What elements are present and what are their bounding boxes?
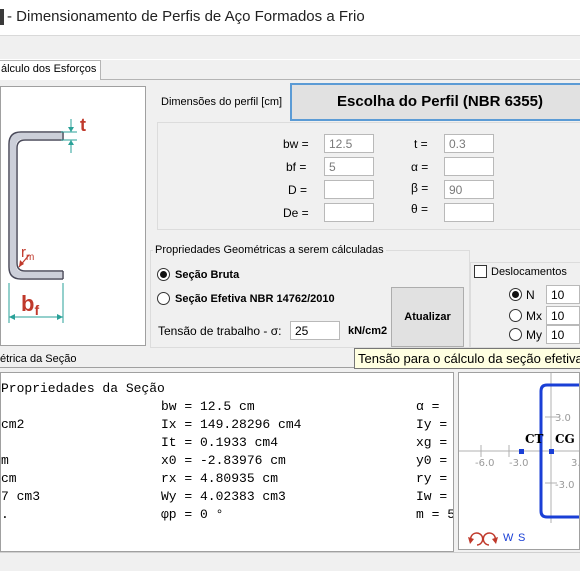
tensao-tooltip: Tensão para o cálculo da seção efetiva	[354, 348, 580, 369]
bw-label: bw =	[283, 137, 309, 151]
tick-x-pos3: 3.	[571, 458, 580, 469]
section-header: étrica da Seção	[0, 353, 77, 365]
bw-field[interactable]	[324, 134, 374, 153]
my-label: My	[526, 328, 542, 342]
prop-col1-row6: .	[1, 507, 9, 522]
tab-calculo-esforcos[interactable]: álculo dos Esforços	[0, 60, 102, 80]
rm-label: rm	[21, 244, 34, 263]
prop-col2-row1: Ix = 149.28296 cm4	[161, 417, 302, 432]
prop-col2-row4: rx = 4.80935 cm	[161, 471, 279, 486]
n-field[interactable]	[546, 285, 580, 304]
tensao-unit: kN/cm2	[348, 325, 388, 337]
rotate-right-icon[interactable]	[482, 532, 498, 546]
geom-props-legend: Propriedades Geométricas a serem cálcula…	[153, 244, 386, 256]
my-field[interactable]	[546, 325, 580, 344]
status-bar	[0, 552, 580, 571]
d-field[interactable]	[324, 180, 374, 199]
alpha-label: α =	[411, 160, 429, 174]
t-field[interactable]	[444, 134, 494, 153]
prop-col2-row5: Wy = 4.02383 cm3	[161, 489, 286, 504]
tab-strip: álculo dos Esforços	[0, 60, 580, 80]
prop-col1-row1: cm2	[1, 417, 25, 432]
properties-textarea[interactable]: Propriedades da Seção bw = 12.5 cm α = c…	[0, 372, 454, 552]
prop-col2-row6: φp = 0 °	[161, 507, 224, 522]
tick-y-pos3: 3.0	[555, 413, 571, 424]
theta-field[interactable]	[444, 203, 494, 222]
ct-point	[519, 449, 524, 454]
tensao-field[interactable]	[290, 321, 340, 340]
choose-profile-button[interactable]: Escolha do Perfil (NBR 6355)	[290, 83, 580, 121]
prop-col2-row0: bw = 12.5 cm	[161, 399, 255, 414]
secao-efetiva-label: Seção Efetiva NBR 14762/2010	[175, 293, 335, 305]
c-profile-diagram: t rm bf	[8, 115, 86, 323]
prop-col1-row3: m	[1, 453, 9, 468]
t-dimension-label: t	[80, 115, 86, 135]
app-icon	[0, 9, 4, 25]
prop-col2-row2: It = 0.1933 cm4	[161, 435, 279, 450]
prop-col3-row4: ry =	[416, 471, 448, 486]
deslocamentos-checkbox[interactable]	[474, 265, 487, 278]
mx-radio[interactable]	[509, 309, 522, 322]
alpha-field[interactable]	[444, 157, 494, 176]
tick-x-neg6: -6.0	[475, 458, 495, 469]
deslocamentos-label: Deslocamentos	[491, 266, 567, 278]
properties-header: Propriedades da Seção	[1, 381, 165, 396]
update-button[interactable]: Atualizar	[391, 287, 464, 347]
de-field[interactable]	[324, 203, 374, 222]
de-label: De =	[283, 206, 309, 220]
prop-col3-row5: Iw =	[416, 489, 448, 504]
tick-y-neg3: -3.0	[555, 480, 575, 491]
my-radio[interactable]	[509, 328, 522, 341]
prop-col1-row5: 7 cm3	[1, 489, 41, 504]
section-plot[interactable]: -6.0 -3.0 3. 3.0 -3.0 CT CG W S	[458, 372, 580, 550]
bf-dimension-label: bf	[21, 291, 39, 318]
mx-label: Mx	[526, 309, 542, 323]
d-label: D =	[288, 183, 308, 197]
prop-col3-row6: m = 5	[416, 507, 454, 522]
window-title: - Dimensionamento de Perfis de Aço Forma…	[7, 8, 365, 25]
ct-label: CT	[525, 432, 544, 446]
bf-label: bf =	[286, 160, 307, 174]
secao-bruta-radio[interactable]	[157, 268, 170, 281]
beta-field[interactable]	[444, 180, 494, 199]
cg-label: CG	[555, 432, 575, 446]
title-bar: - Dimensionamento de Perfis de Aço Forma…	[0, 0, 580, 36]
prop-col3-row0: α =	[416, 399, 440, 414]
secao-efetiva-radio[interactable]	[157, 292, 170, 305]
section-plot-svg: -6.0 -3.0 3. 3.0 -3.0 CT CG W S	[459, 373, 580, 546]
menu-band	[0, 36, 580, 60]
t-label: t =	[414, 137, 428, 151]
prop-col3-row3: y0 =	[416, 453, 448, 468]
beta-label: β =	[411, 181, 429, 195]
prop-col3-row2: xg =	[416, 435, 448, 450]
n-label: N	[526, 288, 535, 302]
n-radio[interactable]	[509, 288, 522, 301]
tensao-label: Tensão de trabalho - σ:	[158, 324, 282, 338]
cg-point	[549, 449, 554, 454]
dimensions-label: Dimensões do perfil [cm]	[161, 96, 283, 108]
rotate-left-icon[interactable]	[468, 532, 484, 546]
theta-label: θ =	[411, 202, 429, 216]
s-control[interactable]: S	[518, 532, 525, 544]
w-control[interactable]: W	[503, 532, 514, 544]
profile-drawing: t rm bf	[0, 86, 146, 346]
prop-col2-row3: x0 = -2.83976 cm	[161, 453, 286, 468]
bf-field[interactable]	[324, 157, 374, 176]
prop-col3-row1: Iy =	[416, 417, 448, 432]
mx-field[interactable]	[546, 306, 580, 325]
prop-col1-row4: cm	[1, 471, 17, 486]
secao-bruta-label: Seção Bruta	[175, 269, 240, 281]
tick-x-neg3: -3.0	[509, 458, 529, 469]
